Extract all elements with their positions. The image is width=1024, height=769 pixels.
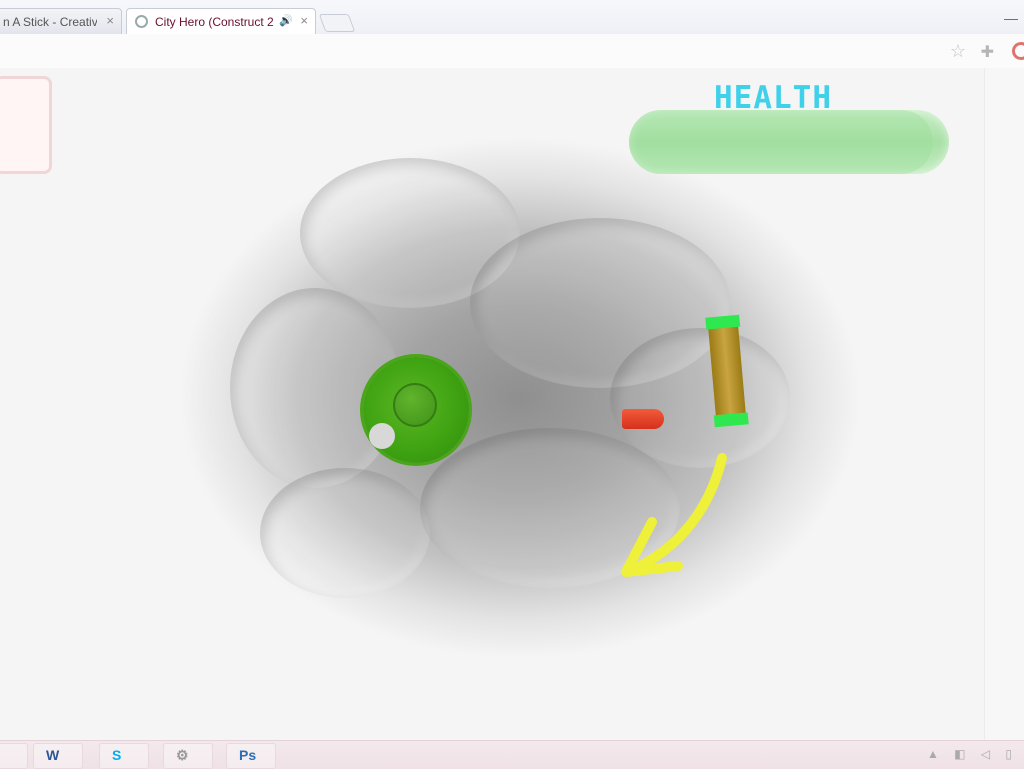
enemy-bullet: [622, 409, 664, 429]
tab-city-hero[interactable]: City Hero (Construct 2 🔊 ×: [126, 8, 316, 34]
close-tab-icon[interactable]: ×: [106, 13, 114, 28]
taskbar-photoshop-button[interactable]: Ps: [226, 743, 276, 769]
red-extension-icon[interactable]: [1012, 42, 1024, 60]
new-tab-button[interactable]: [318, 14, 356, 32]
os-taskbar: W S ⚙ Ps ▲ ◧ ◁ ▯: [0, 740, 1024, 769]
game-ui-panel: [0, 76, 52, 174]
page-favicon-icon: [135, 15, 148, 28]
audio-playing-icon[interactable]: 🔊: [279, 14, 293, 27]
close-tab-icon[interactable]: ×: [300, 13, 308, 28]
direction-arrow: [621, 453, 727, 577]
tab-creative[interactable]: n A Stick - Creativ ×: [0, 8, 122, 34]
browser-toolbar: ☆ ✚: [0, 34, 1024, 69]
bookmark-star-icon[interactable]: ☆: [950, 41, 966, 62]
extension-puzzle-icon[interactable]: ✚: [981, 42, 994, 62]
taskbar-settings-button[interactable]: ⚙: [163, 743, 213, 769]
tab-label: City Hero (Construct 2: [155, 15, 274, 29]
barrier-cap-top: [705, 314, 741, 330]
browser-side-panel: [984, 68, 1024, 740]
health-bar: [629, 110, 949, 174]
clay-texture: [260, 468, 430, 598]
taskbar-skype-button[interactable]: S: [99, 743, 149, 769]
taskbar-chrome-button[interactable]: [0, 743, 28, 769]
hero-mouth: [369, 423, 395, 449]
hero-core: [393, 383, 437, 427]
settings-icon: ⚙: [176, 747, 189, 763]
clay-texture: [610, 328, 790, 468]
word-icon: W: [46, 747, 60, 763]
taskbar-word-button[interactable]: W: [33, 743, 83, 769]
skype-icon: S: [112, 747, 122, 763]
photoshop-icon: Ps: [239, 747, 257, 763]
browser-tab-bar: n A Stick - Creativ × City Hero (Constru…: [0, 0, 1024, 34]
health-bar-fill: [629, 110, 933, 174]
minimize-window-icon[interactable]: —: [1004, 10, 1018, 26]
system-tray[interactable]: ▲ ◧ ◁ ▯: [927, 747, 1018, 761]
tab-label: n A Stick - Creativ: [3, 15, 97, 29]
player-hero: [363, 357, 469, 463]
